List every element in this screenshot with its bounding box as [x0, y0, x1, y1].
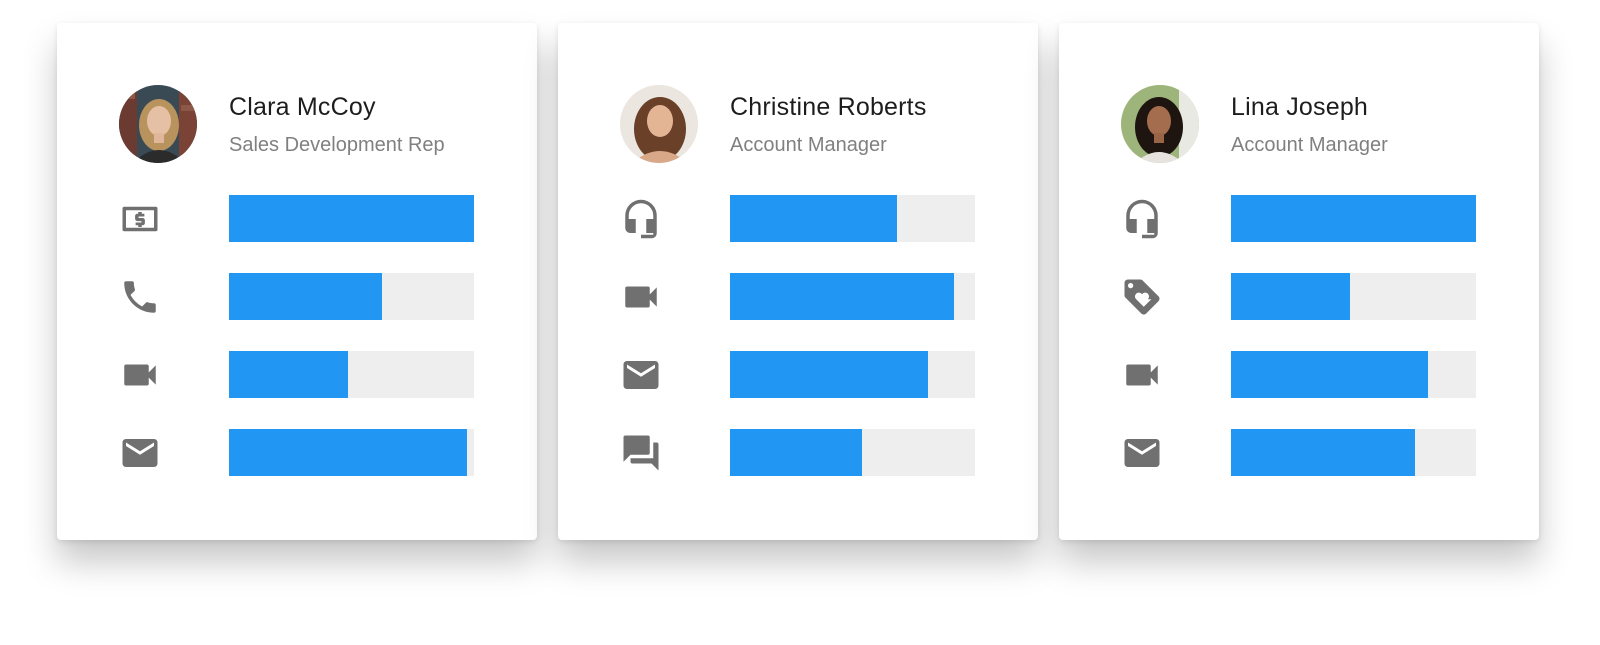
progress-bar [730, 195, 975, 242]
progress-bar [1231, 429, 1476, 476]
tag-heart-icon [1121, 276, 1163, 318]
person-name: Lina Joseph [1231, 93, 1369, 121]
person-name: Clara McCoy [229, 93, 376, 121]
metric-row [119, 429, 475, 476]
progress-bar [730, 273, 975, 320]
progress-bar [730, 351, 975, 398]
progress-bar [1231, 351, 1476, 398]
progress-fill [229, 351, 348, 398]
avatar [119, 85, 197, 163]
progress-fill [1231, 195, 1476, 242]
progress-fill [730, 273, 955, 320]
metric-row [620, 195, 976, 242]
profile-card[interactable]: Lina Joseph Account Manager [1059, 23, 1539, 540]
progress-fill [1231, 351, 1429, 398]
progress-bar [229, 351, 474, 398]
progress-bar [229, 195, 474, 242]
metric-row [620, 429, 976, 476]
email-icon [1121, 432, 1163, 474]
avatar [1121, 85, 1199, 163]
chat-icon [620, 432, 662, 474]
dollar-icon [119, 198, 161, 240]
video-camera-icon [119, 354, 161, 396]
progress-bar [1231, 195, 1476, 242]
person-role: Sales Development Rep [229, 134, 445, 156]
person-role: Account Manager [1231, 134, 1388, 156]
video-camera-icon [1121, 354, 1163, 396]
email-icon [119, 432, 161, 474]
progress-bar [229, 429, 474, 476]
profile-card[interactable]: Clara McCoy Sales Development Rep [57, 23, 537, 540]
metric-row [1121, 273, 1477, 320]
metric-row [620, 351, 976, 398]
progress-fill [1231, 429, 1415, 476]
metric-row [119, 273, 475, 320]
metric-row [119, 351, 475, 398]
cards-container: Clara McCoy Sales Development Rep Christ… [0, 0, 1600, 645]
metric-row [1121, 351, 1477, 398]
video-camera-icon [620, 276, 662, 318]
avatar [620, 85, 698, 163]
phone-icon [119, 276, 161, 318]
progress-bar [1231, 273, 1476, 320]
headset-icon [1121, 198, 1163, 240]
progress-fill [229, 195, 474, 242]
person-role: Account Manager [730, 134, 887, 156]
metric-row [1121, 195, 1477, 242]
progress-fill [730, 429, 863, 476]
metric-row [620, 273, 976, 320]
progress-fill [730, 195, 897, 242]
progress-fill [229, 273, 383, 320]
progress-bar [730, 429, 975, 476]
progress-bar [229, 273, 474, 320]
progress-fill [229, 429, 467, 476]
progress-fill [730, 351, 929, 398]
metric-row [1121, 429, 1477, 476]
person-name: Christine Roberts [730, 93, 927, 121]
headset-icon [620, 198, 662, 240]
email-icon [620, 354, 662, 396]
profile-card[interactable]: Christine Roberts Account Manager [558, 23, 1038, 540]
metric-row [119, 195, 475, 242]
progress-fill [1231, 273, 1350, 320]
